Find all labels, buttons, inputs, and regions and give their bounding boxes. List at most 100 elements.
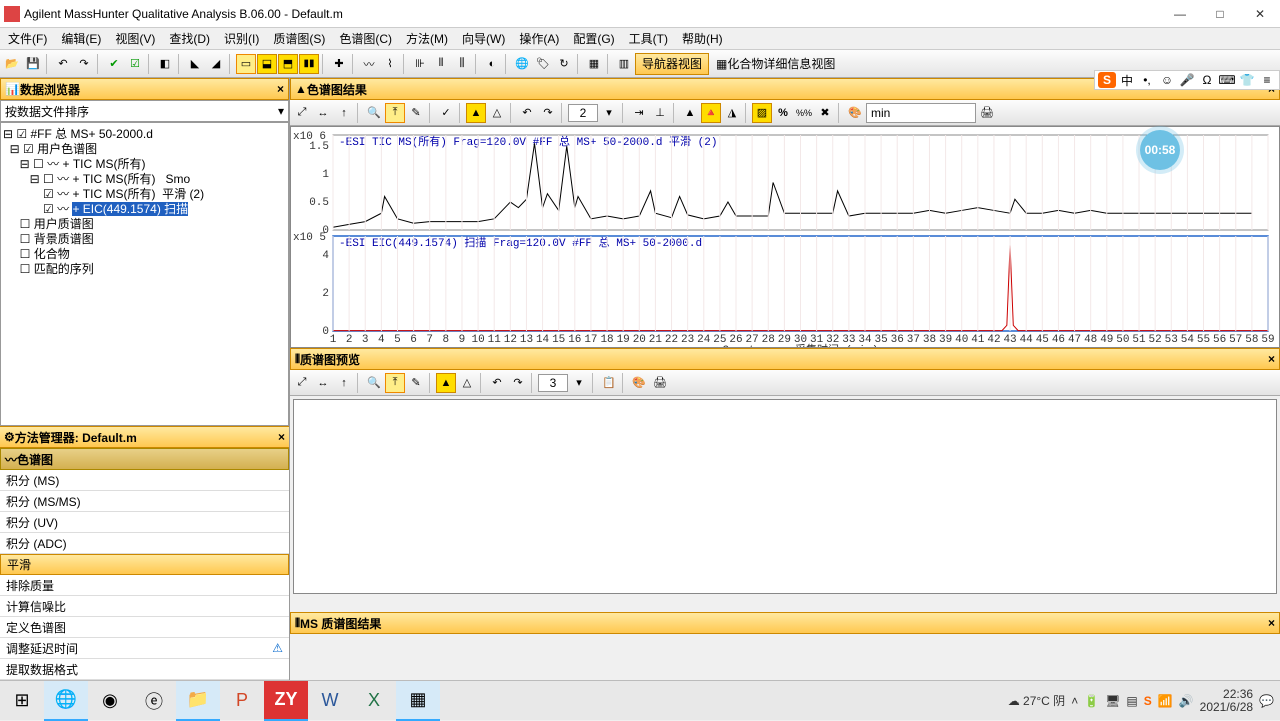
minimize-button[interactable]: ― xyxy=(1160,0,1200,28)
ms2-icon[interactable]: ⫴ xyxy=(431,54,451,74)
data-tree[interactable]: ⊟ ☑ #FF 总 MS+ 50-2000.d ⊟ ☑ 用户色谱图 ⊟ ☐ 〰 … xyxy=(0,122,289,426)
menu-item[interactable]: 配置(G) xyxy=(569,28,618,49)
check-green-icon[interactable]: ✔ xyxy=(104,54,124,74)
compound-view-button[interactable]: ▦ 化合物详细信息视图 xyxy=(710,53,841,75)
tool-icon[interactable]: ◧ xyxy=(155,54,175,74)
menu-item[interactable]: 方法(M) xyxy=(402,28,452,49)
peak-c-icon[interactable]: ◮ xyxy=(722,103,742,123)
frame-number[interactable] xyxy=(568,104,598,122)
navigator-view-button[interactable]: 导航器视图 xyxy=(635,53,709,75)
formula-icon[interactable]: 🏷 xyxy=(533,54,553,74)
percent-box-icon[interactable]: ▨ xyxy=(752,103,772,123)
menu-item[interactable]: 视图(V) xyxy=(111,28,159,49)
table2-icon[interactable]: ▥ xyxy=(614,54,634,74)
method-item[interactable]: 积分 (MS) xyxy=(0,470,289,491)
start-button[interactable]: ⊞ xyxy=(0,681,44,721)
print-icon[interactable]: 🖨 xyxy=(977,103,997,123)
open-icon[interactable]: 📂 xyxy=(2,54,22,74)
masshunter-icon[interactable]: ▦ xyxy=(396,681,440,721)
method-item[interactable]: 调整延迟时间 xyxy=(0,638,289,659)
ie-icon[interactable]: ⓔ xyxy=(132,681,176,721)
annotate-icon[interactable]: ✎ xyxy=(406,103,426,123)
check-box-icon[interactable]: ☑ xyxy=(125,54,145,74)
undo-icon[interactable]: ↶ xyxy=(53,54,73,74)
ime-emoji-icon[interactable]: ☺ xyxy=(1158,72,1176,88)
close-icon[interactable]: × xyxy=(278,430,285,444)
menu-item[interactable]: 识别(I) xyxy=(220,28,263,49)
undo-icon[interactable]: ↶ xyxy=(487,373,507,393)
excel-icon[interactable]: X xyxy=(352,681,396,721)
spectrum-icon[interactable]: ◣ xyxy=(185,54,205,74)
baseline2-icon[interactable]: ⌇ xyxy=(380,54,400,74)
peak-chart-icon[interactable]: ⬓ xyxy=(257,54,277,74)
spin-icon[interactable]: ▾ xyxy=(599,103,619,123)
clock[interactable]: 22:362021/6/28 xyxy=(1200,688,1253,714)
mode-b-icon[interactable]: △ xyxy=(487,103,507,123)
ime-kb-icon[interactable]: ⌨ xyxy=(1218,72,1236,88)
notifications-icon[interactable]: 💬 xyxy=(1259,694,1274,708)
browser-icon[interactable]: 🌐 xyxy=(44,681,88,721)
refresh-icon[interactable]: ↻ xyxy=(554,54,574,74)
ime-mic-icon[interactable]: 🎤 xyxy=(1178,72,1196,88)
ime-icon[interactable]: S xyxy=(1144,694,1152,708)
ms-preview-plot[interactable] xyxy=(293,399,1277,594)
undo-icon[interactable]: ↶ xyxy=(517,103,537,123)
menu-item[interactable]: 工具(T) xyxy=(625,28,672,49)
menu-item[interactable]: 文件(F) xyxy=(4,28,51,49)
arrow-up-icon[interactable]: ↑ xyxy=(334,103,354,123)
wifi-icon[interactable]: 📶 xyxy=(1158,694,1173,708)
ms-icon[interactable]: ⊪ xyxy=(410,54,430,74)
weather-widget[interactable]: ☁ 27°C 阴 xyxy=(1008,692,1066,709)
unit-dropdown[interactable]: min xyxy=(866,103,976,123)
ime-skin-icon[interactable]: 👕 xyxy=(1238,72,1256,88)
xout-icon[interactable]: ✖ xyxy=(815,103,835,123)
expand-icon[interactable]: ⤢ xyxy=(292,103,312,123)
redo-icon[interactable]: ↷ xyxy=(538,103,558,123)
ms3-icon[interactable]: ⫼ xyxy=(452,54,472,74)
globe-icon[interactable]: 🌐 xyxy=(512,54,532,74)
frame-number[interactable] xyxy=(538,374,568,392)
menu-item[interactable]: 质谱图(S) xyxy=(269,28,329,49)
volume-icon[interactable]: 🔊 xyxy=(1179,694,1194,708)
ime-omega-icon[interactable]: Ω xyxy=(1198,72,1216,88)
percent-icon[interactable]: % xyxy=(773,103,793,123)
3d-icon[interactable]: ◐ xyxy=(482,54,502,74)
close-icon[interactable]: × xyxy=(1268,616,1275,630)
arrow-up-icon[interactable]: ↑ xyxy=(334,373,354,393)
baseline-icon[interactable]: 〰 xyxy=(359,54,379,74)
goto-icon[interactable]: ⇥ xyxy=(629,103,649,123)
tray-battery-icon[interactable]: 🔋 xyxy=(1084,694,1099,708)
barchart-icon[interactable]: ▮▮ xyxy=(299,54,319,74)
menu-item[interactable]: 色谱图(C) xyxy=(335,28,396,49)
chromatogram-section[interactable]: 〰 色谱图 xyxy=(0,448,289,470)
mode-a-icon[interactable]: ▲ xyxy=(466,103,486,123)
close-icon[interactable]: × xyxy=(1268,352,1275,366)
mode-b-icon[interactable]: △ xyxy=(457,373,477,393)
ime-punct-icon[interactable]: •, xyxy=(1138,72,1156,88)
peak-a-icon[interactable]: ▲ xyxy=(680,103,700,123)
color-icon[interactable]: 🎨 xyxy=(629,373,649,393)
ime-lang-icon[interactable]: 中 xyxy=(1118,72,1136,88)
peak-b-icon[interactable]: 🔺 xyxy=(701,103,721,123)
menu-item[interactable]: 编辑(E) xyxy=(57,28,105,49)
tray-icon2[interactable]: ▤ xyxy=(1126,694,1137,708)
method-item[interactable]: 排除质量 xyxy=(0,575,289,596)
arrows-h-icon[interactable]: ↔ xyxy=(313,373,333,393)
explorer-icon[interactable]: 📁 xyxy=(176,681,220,721)
sort-dropdown[interactable]: 按数据文件排序 xyxy=(0,100,289,122)
chrome-icon[interactable]: ◉ xyxy=(88,681,132,721)
method-item[interactable]: 积分 (UV) xyxy=(0,512,289,533)
redo-icon[interactable]: ↷ xyxy=(508,373,528,393)
menu-item[interactable]: 查找(D) xyxy=(165,28,214,49)
menu-item[interactable]: 向导(W) xyxy=(458,28,509,49)
powerpoint-icon[interactable]: P xyxy=(220,681,264,721)
method-item[interactable]: 定义色谱图 xyxy=(0,617,289,638)
percent2-icon[interactable]: %% xyxy=(794,103,814,123)
method-item[interactable]: 积分 (MS/MS) xyxy=(0,491,289,512)
chromatogram-plot[interactable]: 00.511.5x10 6-ESI TIC MS(所有) Frag=120.0V… xyxy=(290,126,1280,348)
layout1-icon[interactable]: ▭ xyxy=(236,54,256,74)
tray-icon[interactable]: 🖥 xyxy=(1105,694,1120,708)
spin-icon[interactable]: ▾ xyxy=(569,373,589,393)
autoscale-icon[interactable]: ⤒ xyxy=(385,103,405,123)
app-zy-icon[interactable]: ZY xyxy=(264,681,308,721)
